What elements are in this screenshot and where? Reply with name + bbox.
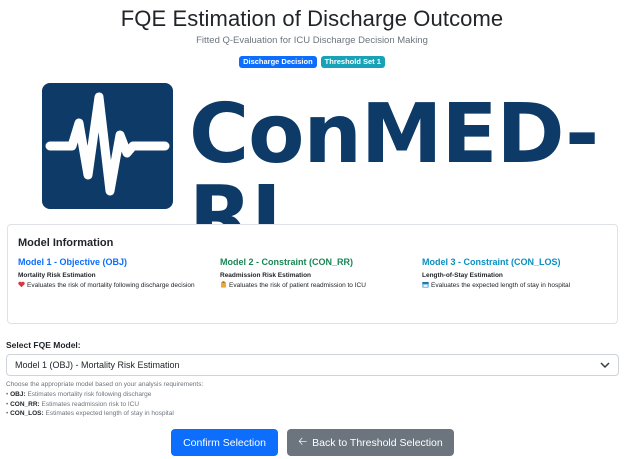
model-3-description: Evaluates the expected length of stay in… — [422, 281, 612, 290]
model-info-title: Model Information — [18, 237, 114, 249]
model-3-subtitle: Length-of-Stay Estimation — [422, 272, 503, 279]
calendar-icon — [422, 282, 429, 288]
model-help-text: Choose the appropriate model based on yo… — [6, 380, 203, 419]
help-item-con-rr: • CON_RR: Estimates readmission risk to … — [6, 400, 140, 408]
model-3-heading: Model 3 - Constraint (CON_LOS) — [422, 257, 561, 267]
confirm-selection-button[interactable]: Confirm Selection — [171, 429, 278, 456]
model-1-heading: Model 1 - Objective (OBJ) — [18, 257, 128, 267]
model-1-description: Evaluates the risk of mortality followin… — [18, 281, 208, 290]
threshold-set-badge: Threshold Set 1 — [320, 56, 385, 69]
model-2-subtitle: Readmission Risk Estimation — [220, 272, 312, 279]
conmed-rl-logo: ConMED-RL — [42, 82, 599, 258]
model-1-subtitle: Mortality Risk Estimation — [18, 272, 96, 279]
model-2-description: Evaluates the risk of patient readmissio… — [220, 281, 410, 290]
model-1-description-text: Evaluates the risk of mortality followin… — [27, 282, 195, 289]
pulse-waveform-icon — [42, 83, 173, 209]
heart-icon — [18, 281, 25, 288]
arrow-left-icon: 🡠 — [298, 436, 308, 448]
discharge-decision-badge: Discharge Decision — [239, 56, 317, 69]
model-2-description-text: Evaluates the risk of patient readmissio… — [229, 282, 366, 289]
fqe-model-select[interactable]: Model 1 (OBJ) - Mortality Risk Estimatio… — [6, 354, 619, 376]
model-information-card: Model Information Model 1 - Objective (O… — [7, 224, 618, 324]
model-3-info: Model 3 - Constraint (CON_LOS) Length-of… — [422, 257, 612, 290]
model-2-info: Model 2 - Constraint (CON_RR) Readmissio… — [220, 257, 410, 290]
back-to-threshold-button[interactable]: 🡠 Back to Threshold Selection — [287, 429, 454, 456]
badge-group: Discharge Decision Threshold Set 1 — [0, 56, 624, 69]
model-2-heading: Model 2 - Constraint (CON_RR) — [220, 257, 354, 267]
model-3-description-text: Evaluates the expected length of stay in… — [431, 282, 571, 289]
page-subtitle: Fitted Q-Evaluation for ICU Discharge De… — [196, 35, 428, 46]
clipboard-icon — [221, 281, 226, 288]
confirm-selection-label: Confirm Selection — [183, 436, 266, 449]
fqe-model-select-value: Model 1 (OBJ) - Mortality Risk Estimatio… — [15, 360, 180, 370]
help-item-con-los: • CON_LOS: Estimates expected length of … — [6, 410, 174, 418]
model-1-info: Model 1 - Objective (OBJ) Mortality Risk… — [18, 257, 208, 290]
help-intro: Choose the appropriate model based on yo… — [6, 381, 204, 388]
page-title: FQE Estimation of Discharge Outcome — [120, 6, 504, 31]
help-item-obj: • OBJ: Estimates mortality risk followin… — [6, 390, 152, 398]
back-to-threshold-label: Back to Threshold Selection — [312, 436, 443, 449]
select-model-label: Select FQE Model: — [6, 340, 81, 350]
chevron-down-icon — [600, 362, 610, 369]
